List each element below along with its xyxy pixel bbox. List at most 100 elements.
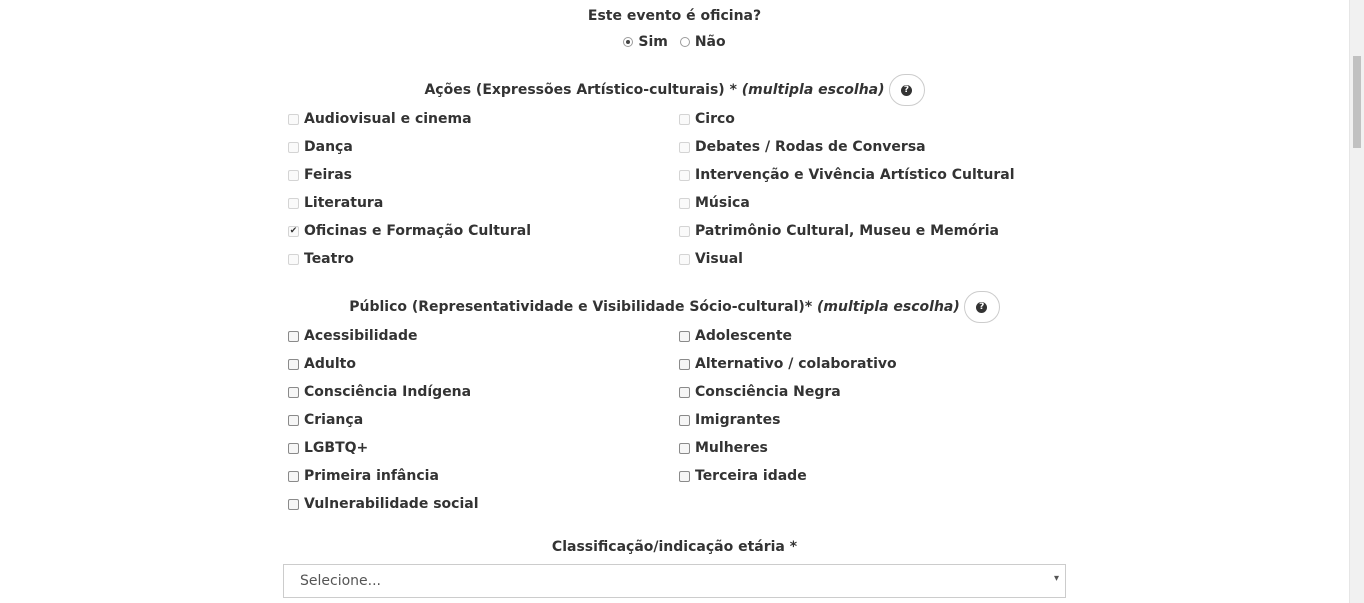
radio-nao-control[interactable] — [679, 37, 690, 47]
acoes-option-label: Intervenção e Vivência Artístico Cultura… — [695, 167, 1015, 183]
acoes-option-right-3[interactable]: Música — [679, 195, 750, 211]
acoes-checkbox[interactable] — [288, 225, 299, 237]
acoes-option-label: Música — [695, 195, 750, 211]
acoes-option-right-2[interactable]: Intervenção e Vivência Artístico Cultura… — [679, 167, 1015, 183]
radio-sim-label: Sim — [638, 34, 668, 50]
acoes-title: Ações (Expressões Artístico-culturais) *… — [424, 82, 884, 98]
acoes-header: Ações (Expressões Artístico-culturais) *… — [283, 74, 1066, 106]
acoes-checkbox[interactable] — [288, 197, 299, 209]
publico-checkbox[interactable] — [679, 386, 690, 398]
classificacao-label: Classificação/indicação etária * — [551, 539, 798, 555]
acoes-option-label: Debates / Rodas de Conversa — [695, 139, 926, 155]
scrollbar-thumb[interactable] — [1353, 56, 1361, 148]
acoes-checkbox[interactable] — [679, 197, 690, 209]
publico-option-label: Acessibilidade — [304, 328, 418, 344]
publico-header: Público (Representatividade e Visibilida… — [283, 291, 1066, 323]
acoes-checkbox[interactable] — [288, 253, 299, 265]
acoes-help-button[interactable]: ? — [888, 74, 925, 106]
publico-checkbox[interactable] — [288, 470, 299, 482]
acoes-option-left-5[interactable]: Teatro — [288, 251, 354, 267]
publico-option-right-2[interactable]: Consciência Negra — [679, 384, 841, 400]
publico-option-label: Consciência Indígena — [304, 384, 472, 400]
publico-checkbox[interactable] — [288, 358, 299, 370]
acoes-option-label: Visual — [695, 251, 743, 267]
page-scrollbar[interactable] — [1349, 0, 1364, 603]
question-circle-icon: ? — [901, 84, 913, 96]
publico-option-label: Primeira infância — [304, 468, 439, 484]
publico-option-label: Mulheres — [695, 440, 768, 456]
publico-checkbox[interactable] — [288, 330, 299, 342]
acoes-option-label: Teatro — [304, 251, 354, 267]
acoes-option-label: Audiovisual e cinema — [304, 111, 472, 127]
publico-option-label: Consciência Negra — [695, 384, 841, 400]
acoes-option-label: Dança — [304, 139, 353, 155]
publico-option-label: Criança — [304, 412, 364, 428]
acoes-option-left-0[interactable]: Audiovisual e cinema — [288, 111, 472, 127]
acoes-checkbox[interactable] — [288, 113, 299, 125]
acoes-option-right-1[interactable]: Debates / Rodas de Conversa — [679, 139, 926, 155]
acoes-checkbox[interactable] — [288, 141, 299, 153]
publico-checkbox[interactable] — [679, 358, 690, 370]
acoes-option-right-5[interactable]: Visual — [679, 251, 743, 267]
oficina-question: Este evento é oficina? — [587, 8, 762, 24]
publico-option-left-5[interactable]: Primeira infância — [288, 468, 439, 484]
publico-option-left-1[interactable]: Adulto — [288, 356, 356, 372]
acoes-checkbox[interactable] — [679, 225, 690, 237]
publico-option-label: Vulnerabilidade social — [304, 496, 479, 512]
acoes-checkbox[interactable] — [679, 169, 690, 181]
acoes-option-left-3[interactable]: Literatura — [288, 195, 383, 211]
publico-checkbox[interactable] — [679, 470, 690, 482]
publico-option-left-3[interactable]: Criança — [288, 412, 363, 428]
acoes-option-right-4[interactable]: Patrimônio Cultural, Museu e Memória — [679, 223, 999, 239]
publico-option-right-0[interactable]: Adolescente — [679, 328, 792, 344]
question-circle-icon: ? — [976, 301, 988, 313]
oficina-radio-group: Sim Não — [283, 34, 1066, 50]
publico-help-button[interactable]: ? — [963, 291, 1000, 323]
publico-title-text: Público (Representatividade e Visibilida… — [349, 299, 813, 315]
publico-option-right-5[interactable]: Terceira idade — [679, 468, 807, 484]
acoes-checkbox[interactable] — [679, 113, 690, 125]
publico-option-right-1[interactable]: Alternativo / colaborativo — [679, 356, 897, 372]
publico-option-left-6[interactable]: Vulnerabilidade social — [288, 496, 479, 512]
acoes-option-left-2[interactable]: Feiras — [288, 167, 352, 183]
classificacao-select[interactable]: Selecione... ▾ — [283, 564, 1066, 598]
publico-option-label: Alternativo / colaborativo — [695, 356, 897, 372]
publico-option-label: Adolescente — [695, 328, 793, 344]
publico-title: Público (Representatividade e Visibilida… — [349, 299, 960, 315]
publico-option-label: Imigrantes — [695, 412, 781, 428]
acoes-option-label: Literatura — [304, 195, 384, 211]
event-form: Este evento é oficina? Sim Não Ações (Ex… — [283, 0, 1066, 603]
acoes-option-right-0[interactable]: Circo — [679, 111, 735, 127]
acoes-option-label: Feiras — [304, 167, 352, 183]
acoes-title-text: Ações (Expressões Artístico-culturais) * — [424, 82, 737, 98]
acoes-option-label: Circo — [695, 111, 735, 127]
radio-sim[interactable]: Sim — [623, 34, 668, 50]
publico-option-left-0[interactable]: Acessibilidade — [288, 328, 418, 344]
acoes-title-em: (multipla escolha) — [741, 82, 885, 98]
publico-checkbox[interactable] — [288, 414, 299, 426]
radio-nao-label: Não — [694, 34, 726, 50]
publico-option-left-4[interactable]: LGBTQ+ — [288, 440, 368, 456]
acoes-option-left-1[interactable]: Dança — [288, 139, 353, 155]
classificacao-select-value: Selecione... — [300, 573, 381, 589]
publico-option-label: Adulto — [304, 356, 356, 372]
publico-checkbox[interactable] — [679, 442, 690, 454]
acoes-checkbox[interactable] — [679, 141, 690, 153]
publico-checkbox[interactable] — [288, 442, 299, 454]
publico-checkbox[interactable] — [679, 414, 690, 426]
acoes-checkbox[interactable] — [288, 169, 299, 181]
acoes-option-label: Oficinas e Formação Cultural — [304, 223, 532, 239]
chevron-down-icon: ▾ — [1053, 573, 1059, 584]
acoes-option-left-4[interactable]: Oficinas e Formação Cultural — [288, 223, 531, 239]
acoes-option-label: Patrimônio Cultural, Museu e Memória — [695, 223, 999, 239]
publico-option-right-4[interactable]: Mulheres — [679, 440, 768, 456]
publico-checkbox[interactable] — [679, 330, 690, 342]
radio-sim-control[interactable] — [623, 37, 634, 47]
publico-option-left-2[interactable]: Consciência Indígena — [288, 384, 471, 400]
publico-option-label: LGBTQ+ — [304, 440, 369, 456]
publico-checkbox[interactable] — [288, 498, 299, 510]
radio-nao[interactable]: Não — [679, 34, 726, 50]
publico-option-right-3[interactable]: Imigrantes — [679, 412, 780, 428]
publico-checkbox[interactable] — [288, 386, 299, 398]
acoes-checkbox[interactable] — [679, 253, 690, 265]
